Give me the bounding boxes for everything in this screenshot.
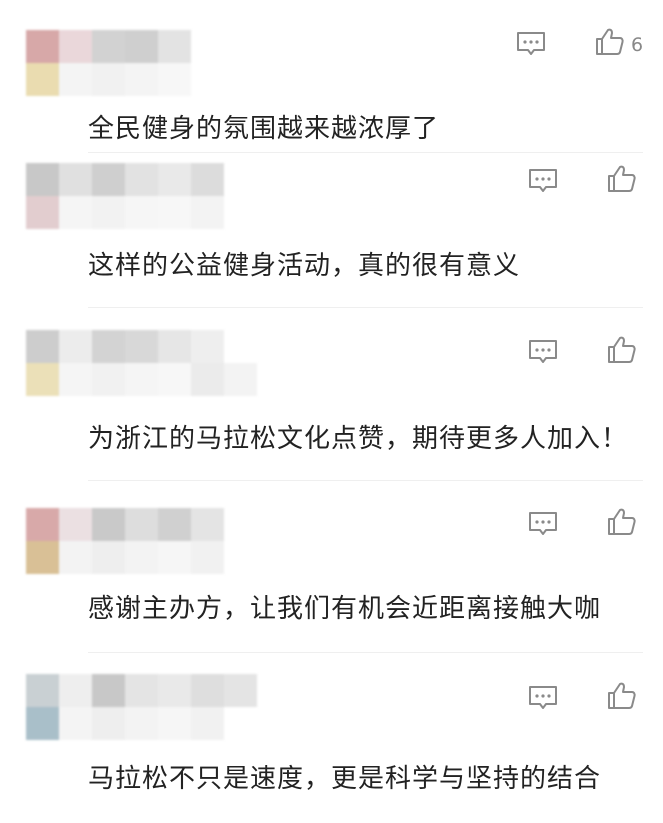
comment-icon[interactable] <box>527 167 559 199</box>
comment-item: 感谢主办方，让我们有机会近距离接触大咖 <box>0 488 663 653</box>
comment-icon[interactable] <box>527 684 559 716</box>
thumbs-up-icon[interactable] <box>606 506 638 542</box>
thumbs-up-icon[interactable] <box>594 26 626 62</box>
comment-icon[interactable] <box>527 338 559 370</box>
comment-item: 马拉松不只是速度，更是科学与坚持的结合 <box>0 658 663 823</box>
blurred-user-info <box>26 163 306 245</box>
comment-item: 这样的公益健身活动，真的很有意义 <box>0 153 663 318</box>
comment-icon[interactable] <box>527 510 559 542</box>
divider <box>88 480 643 481</box>
like-count: 6 <box>631 34 644 56</box>
thumbs-up-icon[interactable] <box>606 680 638 716</box>
blurred-user-info <box>26 674 306 756</box>
comment-text: 感谢主办方，让我们有机会近距离接触大咖 <box>88 594 602 624</box>
thumbs-up-icon[interactable] <box>606 334 638 370</box>
divider <box>88 307 643 308</box>
comment-item: 6 全民健身的氛围越来越浓厚了 <box>0 0 663 165</box>
blurred-user-info <box>26 508 306 590</box>
comment-icon[interactable] <box>515 30 547 62</box>
blurred-user-info <box>26 330 306 412</box>
comment-text: 全民健身的氛围越来越浓厚了 <box>88 114 440 144</box>
comment-item: 为浙江的马拉松文化点赞，期待更多人加入！ <box>0 318 663 483</box>
thumbs-up-icon[interactable] <box>606 163 638 199</box>
blurred-user-info <box>26 30 306 112</box>
comment-text: 为浙江的马拉松文化点赞，期待更多人加入！ <box>88 424 629 454</box>
comment-text: 这样的公益健身活动，真的很有意义 <box>88 251 521 281</box>
comment-text: 马拉松不只是速度，更是科学与坚持的结合 <box>88 764 602 794</box>
divider <box>88 652 643 653</box>
